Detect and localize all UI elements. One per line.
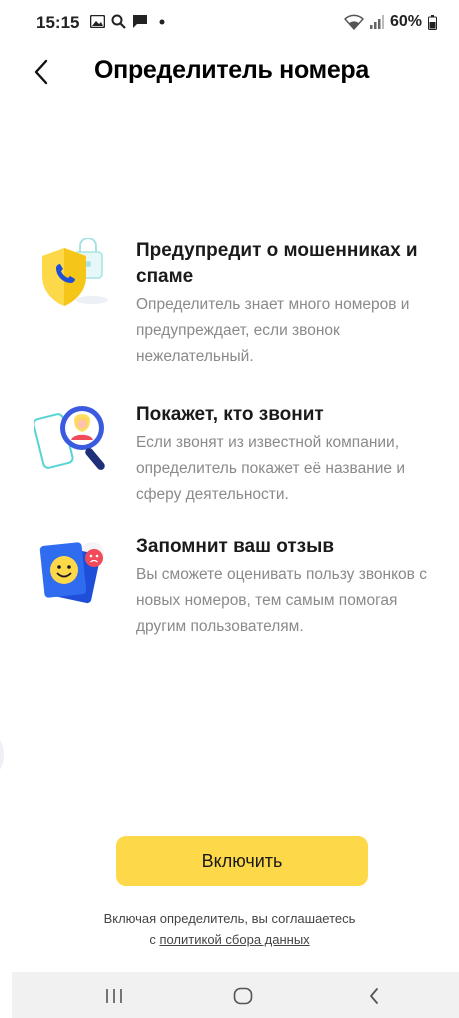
status-notification-icons xyxy=(90,14,166,29)
feature-text: Предупредит о мошенниках и спаме Определ… xyxy=(136,238,446,370)
consent-line-2: с политикой сбора данных xyxy=(0,929,459,950)
magnifier-person-icon xyxy=(34,406,105,470)
feature-title: Покажет, кто звонит xyxy=(136,404,324,425)
status-system-icons: 60% xyxy=(343,13,437,31)
privacy-policy-link[interactable]: политикой сбора данных xyxy=(159,932,309,947)
feature-text: Покажет, кто звонит Если звонят из извес… xyxy=(136,402,446,508)
status-bar: 15:15 60% xyxy=(0,0,459,44)
dot-icon xyxy=(159,19,165,24)
battery-percent: 60% xyxy=(389,13,422,30)
enable-button[interactable]: Включить xyxy=(116,836,368,886)
page-title: Определитель номера xyxy=(94,56,370,84)
wifi-icon xyxy=(343,14,364,30)
message-icon xyxy=(133,15,147,28)
signal-icon xyxy=(369,15,384,29)
consent-prefix: с xyxy=(149,932,156,947)
back-icon xyxy=(370,988,378,1004)
nav-back-button[interactable] xyxy=(354,982,394,1010)
recents-button[interactable] xyxy=(94,982,134,1010)
home-button[interactable] xyxy=(223,982,263,1010)
app-header: Определитель номера xyxy=(0,50,459,94)
feature-title: Запомнит ваш отзыв xyxy=(136,536,334,557)
chevron-left-icon xyxy=(34,59,48,85)
search-icon xyxy=(111,14,126,29)
feature-text: Запомнит ваш отзыв Вы сможете оценивать … xyxy=(136,534,446,640)
consent-line-1: Включая определитель, вы соглашаетесь xyxy=(103,911,356,926)
image-icon xyxy=(90,15,105,28)
battery-icon xyxy=(428,14,437,30)
feature-description: Определитель знает много номеров и преду… xyxy=(136,296,410,365)
feature-title: Предупредит о мошенниках и спаме xyxy=(136,240,418,287)
feature-description: Вы сможете оценивать пользу звонков с но… xyxy=(136,566,427,635)
home-icon xyxy=(233,987,253,1005)
smiley-rating-icon xyxy=(39,542,104,604)
consent-text: Включая определитель, вы соглашаетесь с … xyxy=(0,908,459,950)
shield-phone-lock-icon xyxy=(42,238,108,306)
status-time: 15:15 xyxy=(36,13,80,32)
edge-handle xyxy=(0,740,4,770)
feature-description: Если звонят из известной компании, опред… xyxy=(136,434,406,503)
back-button[interactable] xyxy=(26,56,56,88)
recents-icon xyxy=(106,989,122,1003)
system-nav-bar xyxy=(12,972,459,1018)
